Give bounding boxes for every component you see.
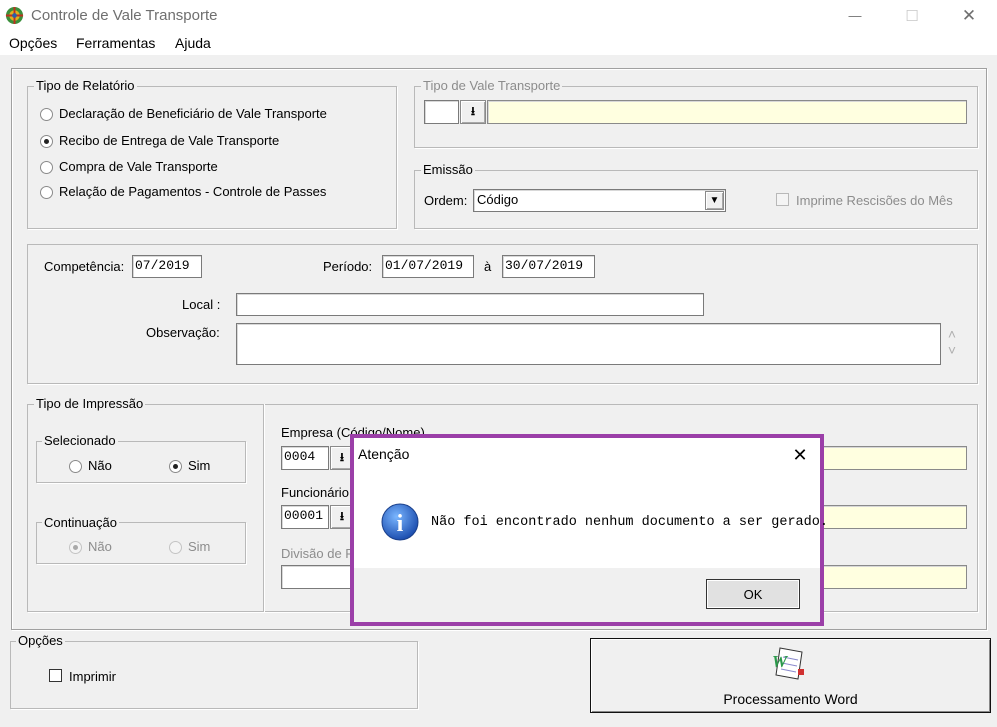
radio-relacao[interactable] — [40, 186, 53, 199]
radio-selecionado-sim-label: Sim — [188, 458, 211, 473]
radio-continuacao-nao-label: Não — [88, 539, 112, 554]
tipo-vale-lookup-button[interactable]: ⭳ — [460, 100, 486, 124]
observacao-label: Observação: — [146, 325, 220, 340]
radio-recibo-label: Recibo de Entrega de Vale Transporte — [59, 133, 280, 148]
window-title: Controle de Vale Transporte — [31, 7, 218, 24]
maximize-button[interactable]: ☐ — [889, 0, 935, 31]
radio-selecionado-nao-label: Não — [88, 458, 112, 473]
attention-dialog: Atenção ✕ i Não foi encontrado nenhum do… — [350, 434, 828, 626]
local-label: Local : — [182, 297, 221, 312]
local-input[interactable] — [236, 293, 704, 316]
radio-declaracao[interactable] — [40, 108, 53, 121]
radio-selecionado-nao[interactable] — [69, 460, 82, 473]
app-icon — [5, 6, 24, 25]
menu-ajuda[interactable]: Ajuda — [175, 35, 211, 51]
radio-selected-dot — [73, 545, 78, 550]
continuacao-legend: Continuação — [42, 515, 119, 530]
download-arrow-icon: ⭳ — [339, 508, 345, 523]
periodo-fim-input[interactable]: 30/07/2019 — [502, 255, 595, 278]
divisao-input[interactable] — [281, 565, 351, 589]
competencia-input[interactable]: 07/2019 — [132, 255, 202, 278]
opcoes-legend: Opções — [16, 633, 65, 648]
periodo-separator: à — [484, 259, 492, 274]
word-document-icon: W — [772, 647, 804, 680]
radio-recibo[interactable] — [40, 135, 53, 148]
radio-declaracao-label: Declaração de Beneficiário de Vale Trans… — [59, 106, 327, 121]
info-icon-glyph: i — [397, 511, 404, 537]
empresa-code-input[interactable]: 0004 — [281, 446, 329, 470]
radio-selected-dot — [44, 139, 49, 144]
radio-compra-label: Compra de Vale Transporte — [59, 159, 218, 174]
tipo-vale-name-field[interactable] — [487, 100, 967, 124]
close-icon: ✕ — [792, 444, 808, 465]
maximize-icon: ☐ — [905, 7, 919, 25]
minimize-button[interactable]: — — [832, 0, 878, 31]
ordem-dropdown-button[interactable]: ▼ — [705, 191, 724, 210]
close-icon: ✕ — [961, 5, 977, 25]
imprimir-label: Imprimir — [69, 669, 116, 684]
ok-button[interactable]: OK — [706, 579, 800, 609]
selecionado-legend: Selecionado — [42, 433, 118, 448]
download-arrow-icon: ⭳ — [339, 449, 345, 464]
imprimir-checkbox[interactable] — [49, 669, 62, 682]
radio-continuacao-sim-label: Sim — [188, 539, 211, 554]
processamento-word-button[interactable]: W Processamento Word — [590, 638, 991, 713]
impressao-divider — [263, 404, 264, 612]
periodo-label: Período: — [323, 259, 373, 274]
ok-button-label: OK — [743, 586, 763, 602]
dialog-message: Não foi encontrado nenhum documento a se… — [431, 515, 828, 530]
radio-continuacao-nao[interactable] — [69, 541, 82, 554]
imprime-rescisoes-checkbox[interactable] — [776, 193, 789, 206]
info-icon: i — [381, 503, 419, 541]
periodo-inicio-input[interactable]: 01/07/2019 — [382, 255, 474, 278]
dialog-title: Atenção — [358, 446, 410, 462]
scroll-down-icon[interactable]: ˅ — [944, 342, 960, 358]
funcionario-name-field[interactable] — [812, 505, 967, 529]
radio-selected-dot — [173, 464, 178, 469]
dialog-close-button[interactable]: ✕ — [780, 438, 820, 472]
tipo-vale-legend: Tipo de Vale Transporte — [421, 78, 563, 93]
emissao-legend: Emissão — [421, 162, 475, 177]
tipo-vale-code-input[interactable] — [424, 100, 459, 124]
menu-opcoes[interactable]: Opções — [9, 35, 57, 51]
word-icon-letter: W — [772, 652, 789, 671]
chevron-down-icon: ▼ — [709, 195, 720, 206]
competencia-label: Competência: — [44, 259, 125, 274]
radio-relacao-label: Relação de Pagamentos - Controle de Pass… — [59, 184, 327, 199]
divisao-name-field[interactable] — [812, 565, 967, 589]
download-arrow-icon: ⭳ — [470, 103, 476, 118]
scroll-up-icon[interactable]: ˄ — [944, 326, 960, 342]
radio-continuacao-sim[interactable] — [169, 541, 182, 554]
imprime-rescisoes-label: Imprime Rescisões do Mês — [796, 193, 953, 208]
divisao-label: Divisão de F — [281, 546, 354, 561]
processamento-word-label: Processamento Word — [723, 691, 858, 707]
funcionario-code-input[interactable]: 00001 — [281, 505, 329, 529]
close-button[interactable]: ✕ — [946, 0, 992, 31]
observacao-scrollbar[interactable]: ˄ ˅ — [944, 326, 960, 362]
tipo-relatorio-legend: Tipo de Relatório — [34, 78, 137, 93]
menu-ferramentas[interactable]: Ferramentas — [76, 35, 155, 51]
ordem-value: Código — [477, 192, 519, 207]
empresa-name-field[interactable] — [812, 446, 967, 470]
tipo-impressao-legend: Tipo de Impressão — [34, 396, 146, 411]
minimize-icon: — — [848, 8, 862, 23]
radio-selecionado-sim[interactable] — [169, 460, 182, 473]
dialog-button-bar: OK — [354, 568, 820, 622]
observacao-textarea[interactable] — [236, 323, 941, 365]
funcionario-label: Funcionário — [281, 485, 349, 500]
radio-compra[interactable] — [40, 161, 53, 174]
ordem-select[interactable]: Código — [473, 189, 726, 212]
ordem-label: Ordem: — [424, 193, 468, 208]
